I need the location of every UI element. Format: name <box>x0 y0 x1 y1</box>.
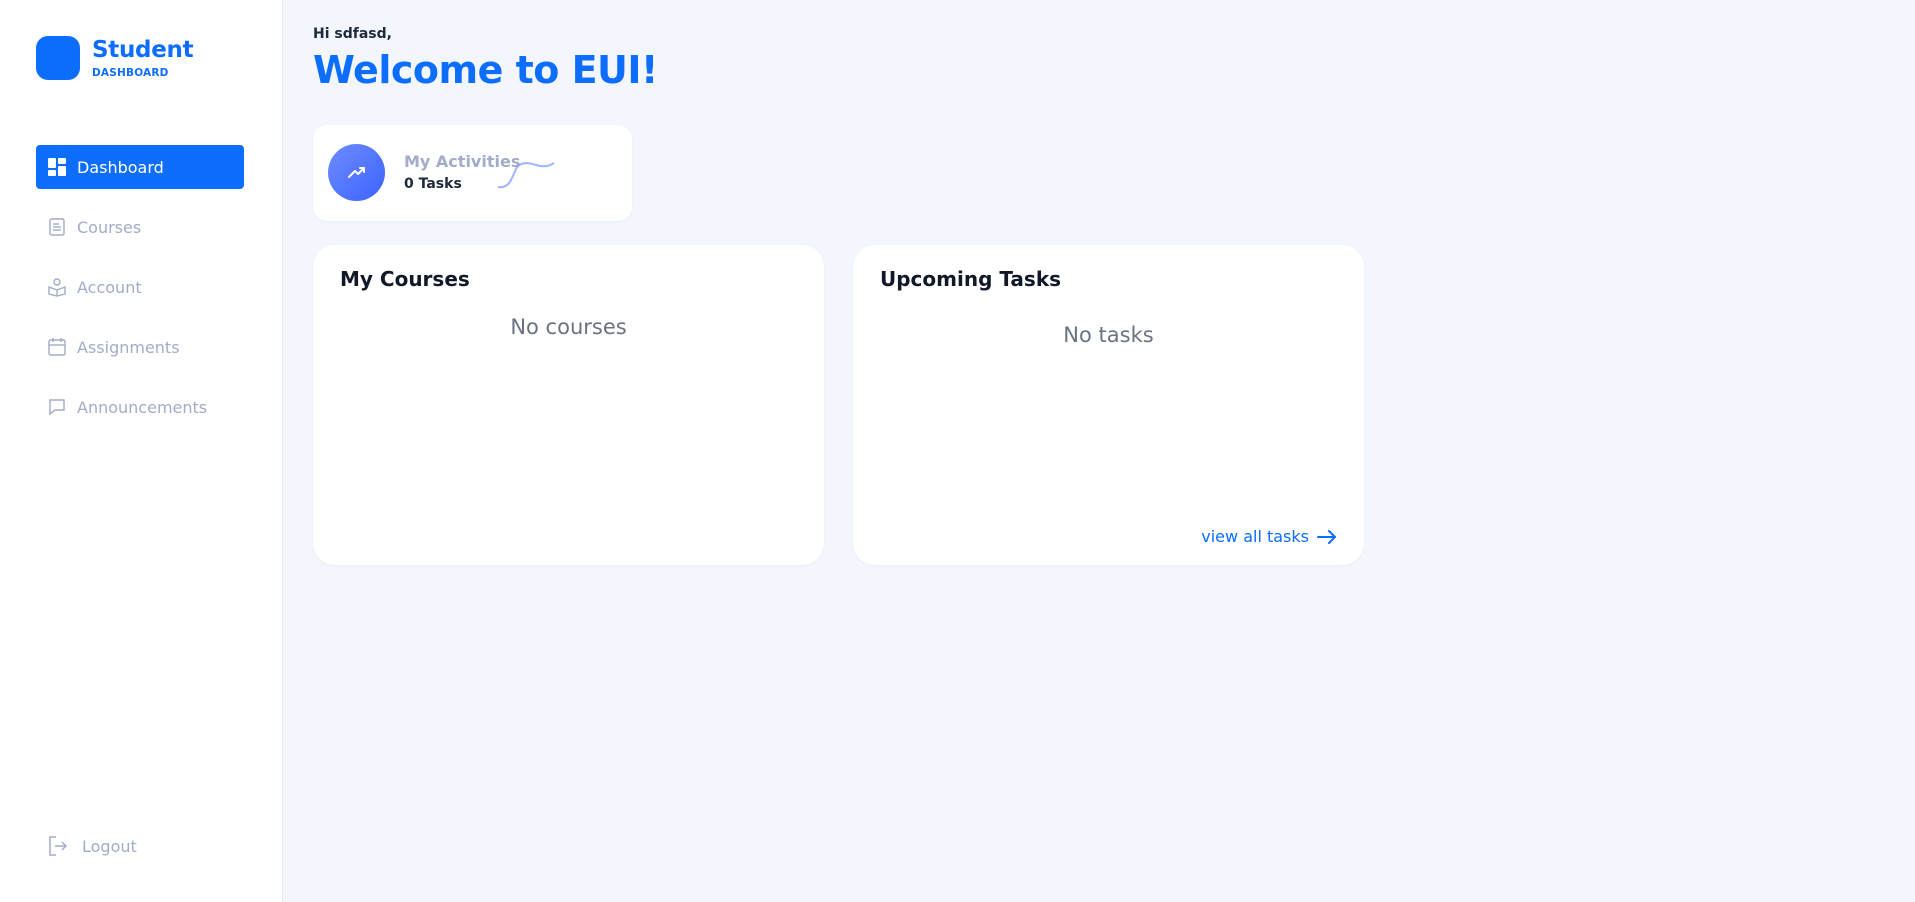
calendar-icon <box>47 337 67 357</box>
logout-icon <box>46 834 70 858</box>
sidebar-item-announcements[interactable]: Announcements <box>36 385 244 429</box>
activity-sparkline <box>497 162 555 189</box>
tasks-empty-state: No tasks <box>1063 323 1154 347</box>
arrow-right-icon <box>1317 529 1336 544</box>
brand-subtitle: DASHBOARD <box>92 66 169 79</box>
brand-logo <box>36 36 80 80</box>
main-header: Hi sdfasd, Welcome to EUI! <box>313 26 658 92</box>
brand-text: Student DASHBOARD <box>92 36 194 79</box>
sidebar-item-label: Announcements <box>77 397 208 417</box>
document-icon <box>47 217 67 237</box>
brand[interactable]: Student DASHBOARD <box>36 36 194 80</box>
logout-label: Logout <box>82 836 137 856</box>
sidebar-item-account[interactable]: Account <box>36 265 244 309</box>
sidebar-item-courses[interactable]: Courses <box>36 205 244 249</box>
sidebar: Student DASHBOARD Dashboard Courses Acco… <box>0 0 283 902</box>
view-all-tasks-link[interactable]: view all tasks <box>1201 527 1337 546</box>
sidebar-item-label: Dashboard <box>77 157 164 177</box>
view-all-tasks-label: view all tasks <box>1201 527 1309 546</box>
greeting: Hi sdfasd, <box>313 26 392 42</box>
upcoming-tasks-card: Upcoming Tasks No tasks view all tasks <box>853 245 1364 565</box>
trend-up-icon <box>328 144 385 201</box>
chat-bubble-icon <box>47 397 67 417</box>
grid-icon <box>47 157 67 177</box>
sidebar-nav: Dashboard Courses Account Assignments An… <box>36 145 244 445</box>
activities-card[interactable]: My Activities 0 Tasks <box>313 125 632 221</box>
sidebar-item-assignments[interactable]: Assignments <box>36 325 244 369</box>
upcoming-tasks-title: Upcoming Tasks <box>880 267 1062 291</box>
my-courses-card: My Courses No courses <box>313 245 824 565</box>
sidebar-item-label: Account <box>77 277 142 297</box>
sidebar-item-dashboard[interactable]: Dashboard <box>36 145 244 189</box>
logout-button[interactable]: Logout <box>46 834 137 858</box>
sidebar-item-label: Courses <box>77 217 142 237</box>
activities-count: 0 Tasks <box>404 176 462 192</box>
sidebar-item-label: Assignments <box>77 337 180 357</box>
courses-empty-state: No courses <box>510 315 627 339</box>
my-courses-title: My Courses <box>340 267 470 291</box>
brand-title: Student <box>92 36 194 63</box>
user-book-icon <box>47 277 67 297</box>
page-title: Welcome to EUI! <box>313 48 658 92</box>
